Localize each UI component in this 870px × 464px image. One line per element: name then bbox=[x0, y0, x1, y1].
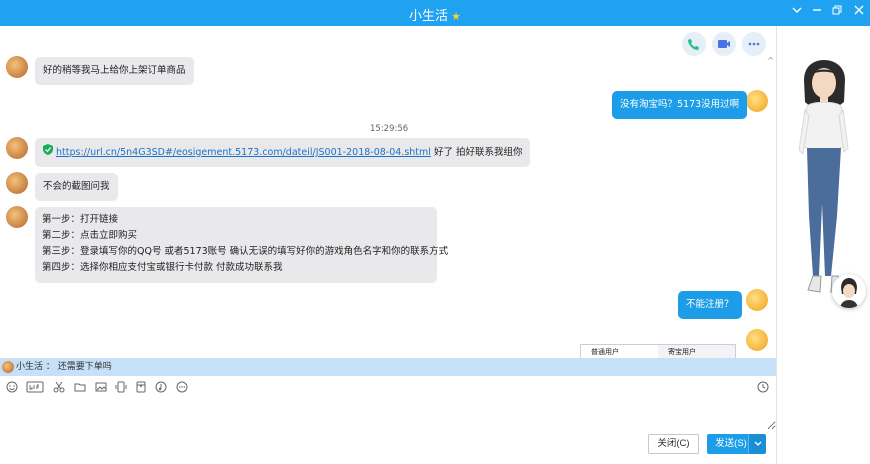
minimize-icon[interactable] bbox=[808, 4, 826, 22]
more-icon[interactable] bbox=[175, 381, 189, 395]
phone-screen-icon[interactable] bbox=[114, 381, 128, 395]
message-bubble: https://url.cn/5n4G3SD#/eosigement.5173.… bbox=[35, 138, 531, 167]
chat-area: 好的稍等我马上给你上架订单商品 没有淘宝吗？5173没用过啊 15:29:56 … bbox=[0, 26, 776, 358]
tab-normal-user: 普通用户 bbox=[591, 348, 619, 356]
partial-image-message: 普通用户 寄宝用户 bbox=[580, 344, 736, 358]
red-packet-icon[interactable] bbox=[134, 381, 148, 395]
contact-avatar[interactable] bbox=[6, 172, 28, 194]
step-line: 第二步：点击立即购买 bbox=[42, 230, 138, 241]
contact-avatar bbox=[2, 361, 14, 373]
image-icon[interactable] bbox=[94, 381, 108, 395]
order-link[interactable]: https://url.cn/5n4G3SD#/eosigement.5173.… bbox=[56, 147, 431, 158]
chevron-down-icon[interactable] bbox=[788, 4, 806, 22]
close-icon[interactable] bbox=[850, 4, 868, 22]
character-illustration bbox=[798, 60, 849, 293]
my-message-bubble: 没有淘宝吗？5173没用过啊 bbox=[612, 91, 748, 119]
contact-avatar[interactable] bbox=[6, 56, 28, 78]
scroll-up-icon[interactable]: ^ bbox=[767, 56, 774, 65]
message-bubble: 第一步：打开链接 第二步：点击立即购买 第三步：登录填写你的QQ号 或者5173… bbox=[35, 207, 449, 283]
history-icon[interactable] bbox=[756, 381, 770, 395]
my-avatar[interactable] bbox=[746, 90, 768, 112]
tab-consign-user: 寄宝用户 bbox=[658, 345, 735, 358]
my-avatar[interactable] bbox=[746, 289, 768, 311]
video-icon[interactable] bbox=[712, 32, 736, 56]
input-toolbar bbox=[0, 378, 776, 398]
message-timestamp: 15:29:56 bbox=[370, 124, 409, 134]
my-avatar[interactable] bbox=[746, 329, 768, 351]
my-message-bubble: 不能注册？ bbox=[678, 291, 742, 319]
title-bar: 小生活 ★ bbox=[0, 0, 870, 26]
notice-bar[interactable]: 小生活 ： 还需要下单吗 bbox=[0, 358, 776, 376]
star-icon: ★ bbox=[451, 10, 461, 23]
more-icon[interactable] bbox=[742, 32, 766, 56]
step-line: 第一步：打开链接 bbox=[42, 214, 119, 225]
message-input[interactable] bbox=[0, 398, 776, 430]
call-actions bbox=[682, 32, 766, 56]
window-title: 小生活 ★ bbox=[0, 5, 870, 24]
contact-avatar[interactable] bbox=[6, 137, 28, 159]
music-icon[interactable] bbox=[154, 381, 168, 395]
step-line: 第四步：选择你相应支付宝或银行卡付款 付款成功联系我 bbox=[42, 262, 283, 273]
message-bubble: 不会的截图问我 bbox=[35, 173, 118, 201]
message-bubble: 好的稍等我马上给你上架订单商品 bbox=[35, 57, 194, 85]
notice-text: 小生活 ： 还需要下单吗 bbox=[16, 362, 112, 372]
side-panel bbox=[776, 26, 870, 464]
contact-avatar[interactable] bbox=[6, 206, 28, 228]
restore-icon[interactable] bbox=[828, 4, 846, 22]
scissors-icon[interactable] bbox=[52, 381, 66, 395]
emoji-icon[interactable] bbox=[5, 381, 19, 395]
phone-icon[interactable] bbox=[682, 32, 706, 56]
close-button[interactable]: 关闭(C) bbox=[648, 434, 699, 454]
window-title-text: 小生活 bbox=[409, 9, 449, 24]
message-text: 好了 拍好联系我组你 bbox=[433, 147, 523, 158]
gif-icon[interactable] bbox=[26, 381, 44, 395]
character-avatar-button[interactable] bbox=[832, 274, 866, 308]
send-options-button[interactable] bbox=[748, 434, 766, 454]
folder-icon[interactable] bbox=[73, 381, 87, 395]
shield-icon bbox=[43, 144, 53, 158]
step-line: 第三步：登录填写你的QQ号 或者5173账号 确认无误的填写好你的游戏角色名字和… bbox=[42, 246, 449, 257]
